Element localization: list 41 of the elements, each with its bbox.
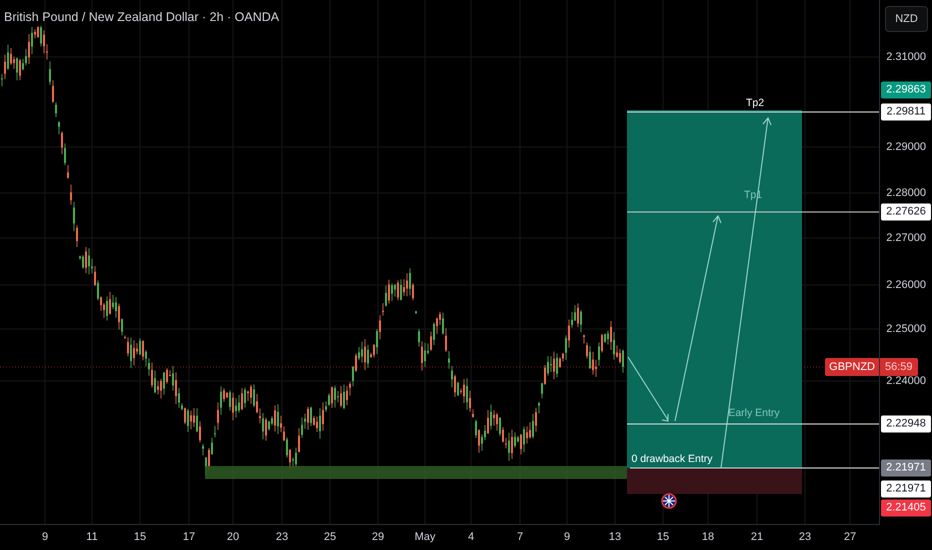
price-label: 2.27000 [886,232,926,244]
date-label: 27 [844,531,856,543]
price-tag: 2.29863 [881,82,931,98]
price-tag: 2.22948 [881,416,931,432]
price-label: 2.28000 [886,187,926,199]
date-label: 29 [372,531,384,543]
countdown-tag: 56:59 [880,358,918,376]
price-tag: 2.21971 [881,480,931,498]
trend-arrow [628,356,668,422]
date-label: 9 [564,531,570,543]
currency-button[interactable]: NZD [885,6,928,32]
date-label: 25 [324,531,336,543]
price-label: 2.26000 [886,279,926,291]
date-label: 11 [86,531,98,543]
chart-annotation: 0 drawback Entry [631,453,713,465]
price-tag: 2.29811 [881,104,931,120]
date-label: 15 [656,531,670,543]
date-label: 23 [798,531,812,543]
date-label: May [414,531,436,543]
date-label: 7 [516,531,524,543]
chart-annotation: Tp2 [746,97,764,109]
price-label: 2.29000 [886,141,926,153]
date-label: 21 [750,531,764,543]
date-label: 23 [276,531,288,543]
price-label: 2.24000 [886,375,926,387]
price-tag: 2.21405 [881,500,931,516]
chart-title: British Pound / New Zealand Dollar · 2h · OANDA [4,10,280,24]
flag-icon [661,493,677,509]
date-label: 4 [468,531,474,543]
date-label: 17 [182,531,196,543]
date-label: 20 [226,531,240,543]
price-tag: 2.21971 [881,460,931,476]
price-label: 2.25000 [886,323,926,335]
date-label: 18 [702,531,714,543]
price-tag: 2.27626 [881,204,931,220]
date-label: 9 [42,531,48,543]
symbol-tag: GBPNZD [825,358,879,376]
date-label: 13 [608,531,622,543]
price-label: 2.31000 [886,51,926,63]
date-label: 15 [134,531,146,543]
chart-annotation: Early Entry [728,407,780,419]
